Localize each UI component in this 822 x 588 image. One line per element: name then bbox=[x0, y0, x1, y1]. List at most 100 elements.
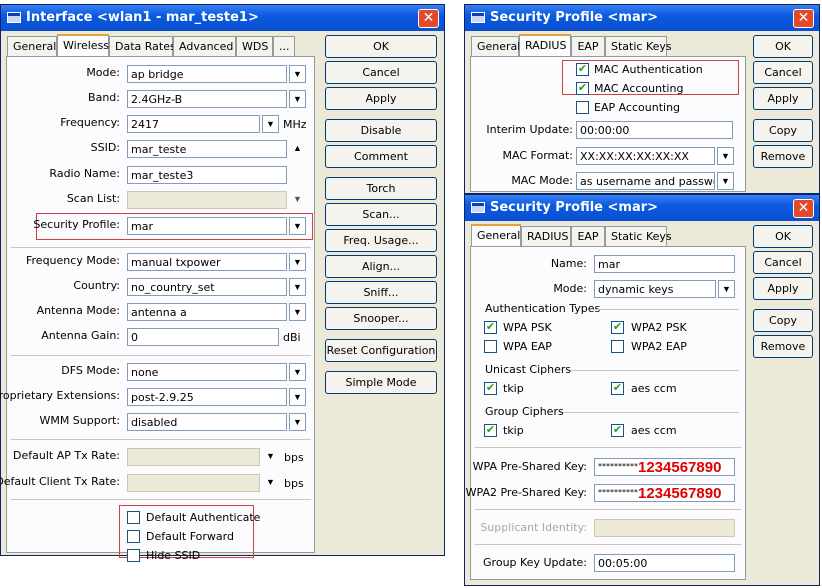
eap-accounting-checkbox[interactable] bbox=[576, 101, 589, 114]
tab-general[interactable]: General bbox=[7, 36, 57, 56]
wpa2-eap-checkbox[interactable] bbox=[611, 340, 624, 353]
dropdown-arrow-icon[interactable]: ▼ bbox=[289, 90, 306, 108]
dropdown-arrow-icon[interactable]: ▼ bbox=[717, 172, 734, 190]
supplicant-identity-input[interactable] bbox=[594, 519, 735, 537]
remove-button[interactable]: Remove bbox=[753, 145, 813, 168]
wpa-psk-checkbox[interactable]: ✔ bbox=[484, 321, 497, 334]
mac-format-select[interactable]: XX:XX:XX:XX:XX:XX bbox=[576, 147, 715, 165]
tab-advanced[interactable]: Advanced bbox=[173, 36, 236, 56]
mac-accounting-checkbox[interactable]: ✔ bbox=[576, 82, 589, 95]
wpa2-psk-checkbox[interactable]: ✔ bbox=[611, 321, 624, 334]
tab-eap[interactable]: EAP bbox=[571, 36, 605, 56]
security-profile-titlebar[interactable]: Security Profile <mar> ✕ bbox=[465, 195, 819, 221]
default-ap-tx-rate-input[interactable] bbox=[127, 448, 260, 466]
tab-data-rates[interactable]: Data Rates bbox=[109, 36, 176, 56]
dfs-mode-select[interactable]: none bbox=[127, 363, 287, 381]
frequency-select[interactable]: 2417 bbox=[127, 115, 260, 133]
freq-usage-button[interactable]: Freq. Usage... bbox=[325, 229, 437, 252]
comment-button[interactable]: Comment bbox=[325, 145, 437, 168]
snooper-button[interactable]: Snooper... bbox=[325, 307, 437, 330]
interim-update-input[interactable]: 00:00:00 bbox=[576, 121, 733, 139]
group-aes-ccm-checkbox[interactable]: ✔ bbox=[611, 424, 624, 437]
mode-select[interactable]: ap bridge bbox=[127, 65, 287, 83]
tab-wireless[interactable]: Wireless bbox=[57, 34, 109, 56]
security-profile-titlebar[interactable]: Security Profile <mar> ✕ bbox=[465, 5, 819, 31]
proprietary-extensions-select[interactable]: post-2.9.25 bbox=[127, 388, 287, 406]
apply-button[interactable]: Apply bbox=[325, 87, 437, 110]
align-button[interactable]: Align... bbox=[325, 255, 437, 278]
copy-button[interactable]: Copy bbox=[753, 309, 813, 332]
mode-label: Mode: bbox=[553, 282, 587, 295]
hide-ssid-checkbox[interactable] bbox=[127, 549, 140, 562]
dropdown-arrow-icon[interactable]: ▼ bbox=[717, 147, 734, 165]
ok-button[interactable]: OK bbox=[753, 225, 813, 248]
mode-select[interactable]: dynamic keys bbox=[594, 280, 716, 298]
tab-radius[interactable]: RADIUS bbox=[521, 226, 571, 246]
radio-name-input[interactable]: mar_teste3 bbox=[127, 166, 287, 184]
cancel-button[interactable]: Cancel bbox=[753, 61, 813, 84]
close-icon[interactable]: ✕ bbox=[793, 199, 814, 218]
tab-static-keys[interactable]: Static Keys bbox=[605, 36, 672, 56]
wmm-support-select[interactable]: disabled bbox=[127, 413, 287, 431]
close-icon[interactable]: ✕ bbox=[793, 9, 814, 28]
antenna-mode-select[interactable]: antenna a bbox=[127, 303, 287, 321]
dropdown-arrow-icon[interactable]: ▼ bbox=[289, 363, 306, 381]
dropdown-arrow-icon[interactable]: ▼ bbox=[289, 65, 306, 83]
ssid-input[interactable]: mar_teste bbox=[127, 140, 287, 158]
cancel-button[interactable]: Cancel bbox=[753, 251, 813, 274]
dropdown-arrow-icon[interactable]: ▼ bbox=[289, 413, 306, 431]
frequency-mode-select[interactable]: manual txpower bbox=[127, 253, 287, 271]
tab-radius[interactable]: RADIUS bbox=[519, 34, 571, 56]
disable-button[interactable]: Disable bbox=[325, 119, 437, 142]
dropdown-arrow-icon[interactable]: ▼ bbox=[289, 303, 306, 321]
default-authenticate-checkbox[interactable] bbox=[127, 511, 140, 524]
ok-button[interactable]: OK bbox=[325, 35, 437, 58]
band-select[interactable]: 2.4GHz-B bbox=[127, 90, 287, 108]
sniff-button[interactable]: Sniff... bbox=[325, 281, 437, 304]
antenna-gain-input[interactable]: 0 bbox=[127, 328, 279, 346]
scan-button[interactable]: Scan... bbox=[325, 203, 437, 226]
security-profile-select[interactable]: mar bbox=[127, 217, 287, 235]
dropdown-arrow-icon[interactable]: ▼ bbox=[262, 448, 279, 466]
mac-authentication-checkbox[interactable]: ✔ bbox=[576, 63, 589, 76]
dropdown-arrow-icon[interactable]: ▼ bbox=[262, 474, 279, 492]
dropdown-arrow-icon[interactable]: ▼ bbox=[289, 191, 306, 209]
group-key-update-input[interactable]: 00:05:00 bbox=[594, 554, 735, 572]
tab-general[interactable]: General bbox=[471, 36, 520, 56]
tab-more[interactable]: ... bbox=[273, 36, 295, 56]
interface-titlebar[interactable]: Interface <wlan1 - mar_teste1> ✕ bbox=[1, 5, 444, 31]
tab-wds[interactable]: WDS bbox=[236, 36, 273, 56]
reset-configuration-button[interactable]: Reset Configuration bbox=[325, 339, 437, 362]
country-select[interactable]: no_country_set bbox=[127, 278, 287, 296]
copy-button[interactable]: Copy bbox=[753, 119, 813, 142]
remove-button[interactable]: Remove bbox=[753, 335, 813, 358]
tab-general[interactable]: General bbox=[471, 224, 521, 246]
apply-button[interactable]: Apply bbox=[753, 87, 813, 110]
scan-list-input[interactable] bbox=[127, 191, 287, 209]
default-forward-checkbox[interactable] bbox=[127, 530, 140, 543]
name-input[interactable]: mar bbox=[594, 255, 735, 273]
wpa-eap-checkbox[interactable] bbox=[484, 340, 497, 353]
ok-button[interactable]: OK bbox=[753, 35, 813, 58]
tab-static-keys[interactable]: Static Keys bbox=[605, 226, 672, 246]
interim-update-label: Interim Update: bbox=[486, 123, 573, 136]
cancel-button[interactable]: Cancel bbox=[325, 61, 437, 84]
unicast-tkip-checkbox[interactable]: ✔ bbox=[484, 382, 497, 395]
tab-eap[interactable]: EAP bbox=[571, 226, 605, 246]
dropdown-arrow-icon[interactable]: ▼ bbox=[289, 278, 306, 296]
torch-button[interactable]: Torch bbox=[325, 177, 437, 200]
simple-mode-button[interactable]: Simple Mode bbox=[325, 371, 437, 394]
dropdown-arrow-icon[interactable]: ▼ bbox=[262, 115, 279, 133]
group-tkip-checkbox[interactable]: ✔ bbox=[484, 424, 497, 437]
close-icon[interactable]: ✕ bbox=[418, 9, 439, 28]
dropdown-arrow-icon[interactable]: ▼ bbox=[289, 253, 306, 271]
mac-mode-select[interactable]: as username and password bbox=[576, 172, 715, 190]
up-arrow-icon[interactable]: ▲ bbox=[289, 140, 306, 158]
apply-button[interactable]: Apply bbox=[753, 277, 813, 300]
dropdown-arrow-icon[interactable]: ▼ bbox=[718, 280, 735, 298]
separator bbox=[11, 439, 311, 440]
unicast-aes-ccm-checkbox[interactable]: ✔ bbox=[611, 382, 624, 395]
default-client-tx-rate-input[interactable] bbox=[127, 474, 260, 492]
dropdown-arrow-icon[interactable]: ▼ bbox=[289, 388, 306, 406]
dropdown-arrow-icon[interactable]: ▼ bbox=[289, 217, 306, 235]
